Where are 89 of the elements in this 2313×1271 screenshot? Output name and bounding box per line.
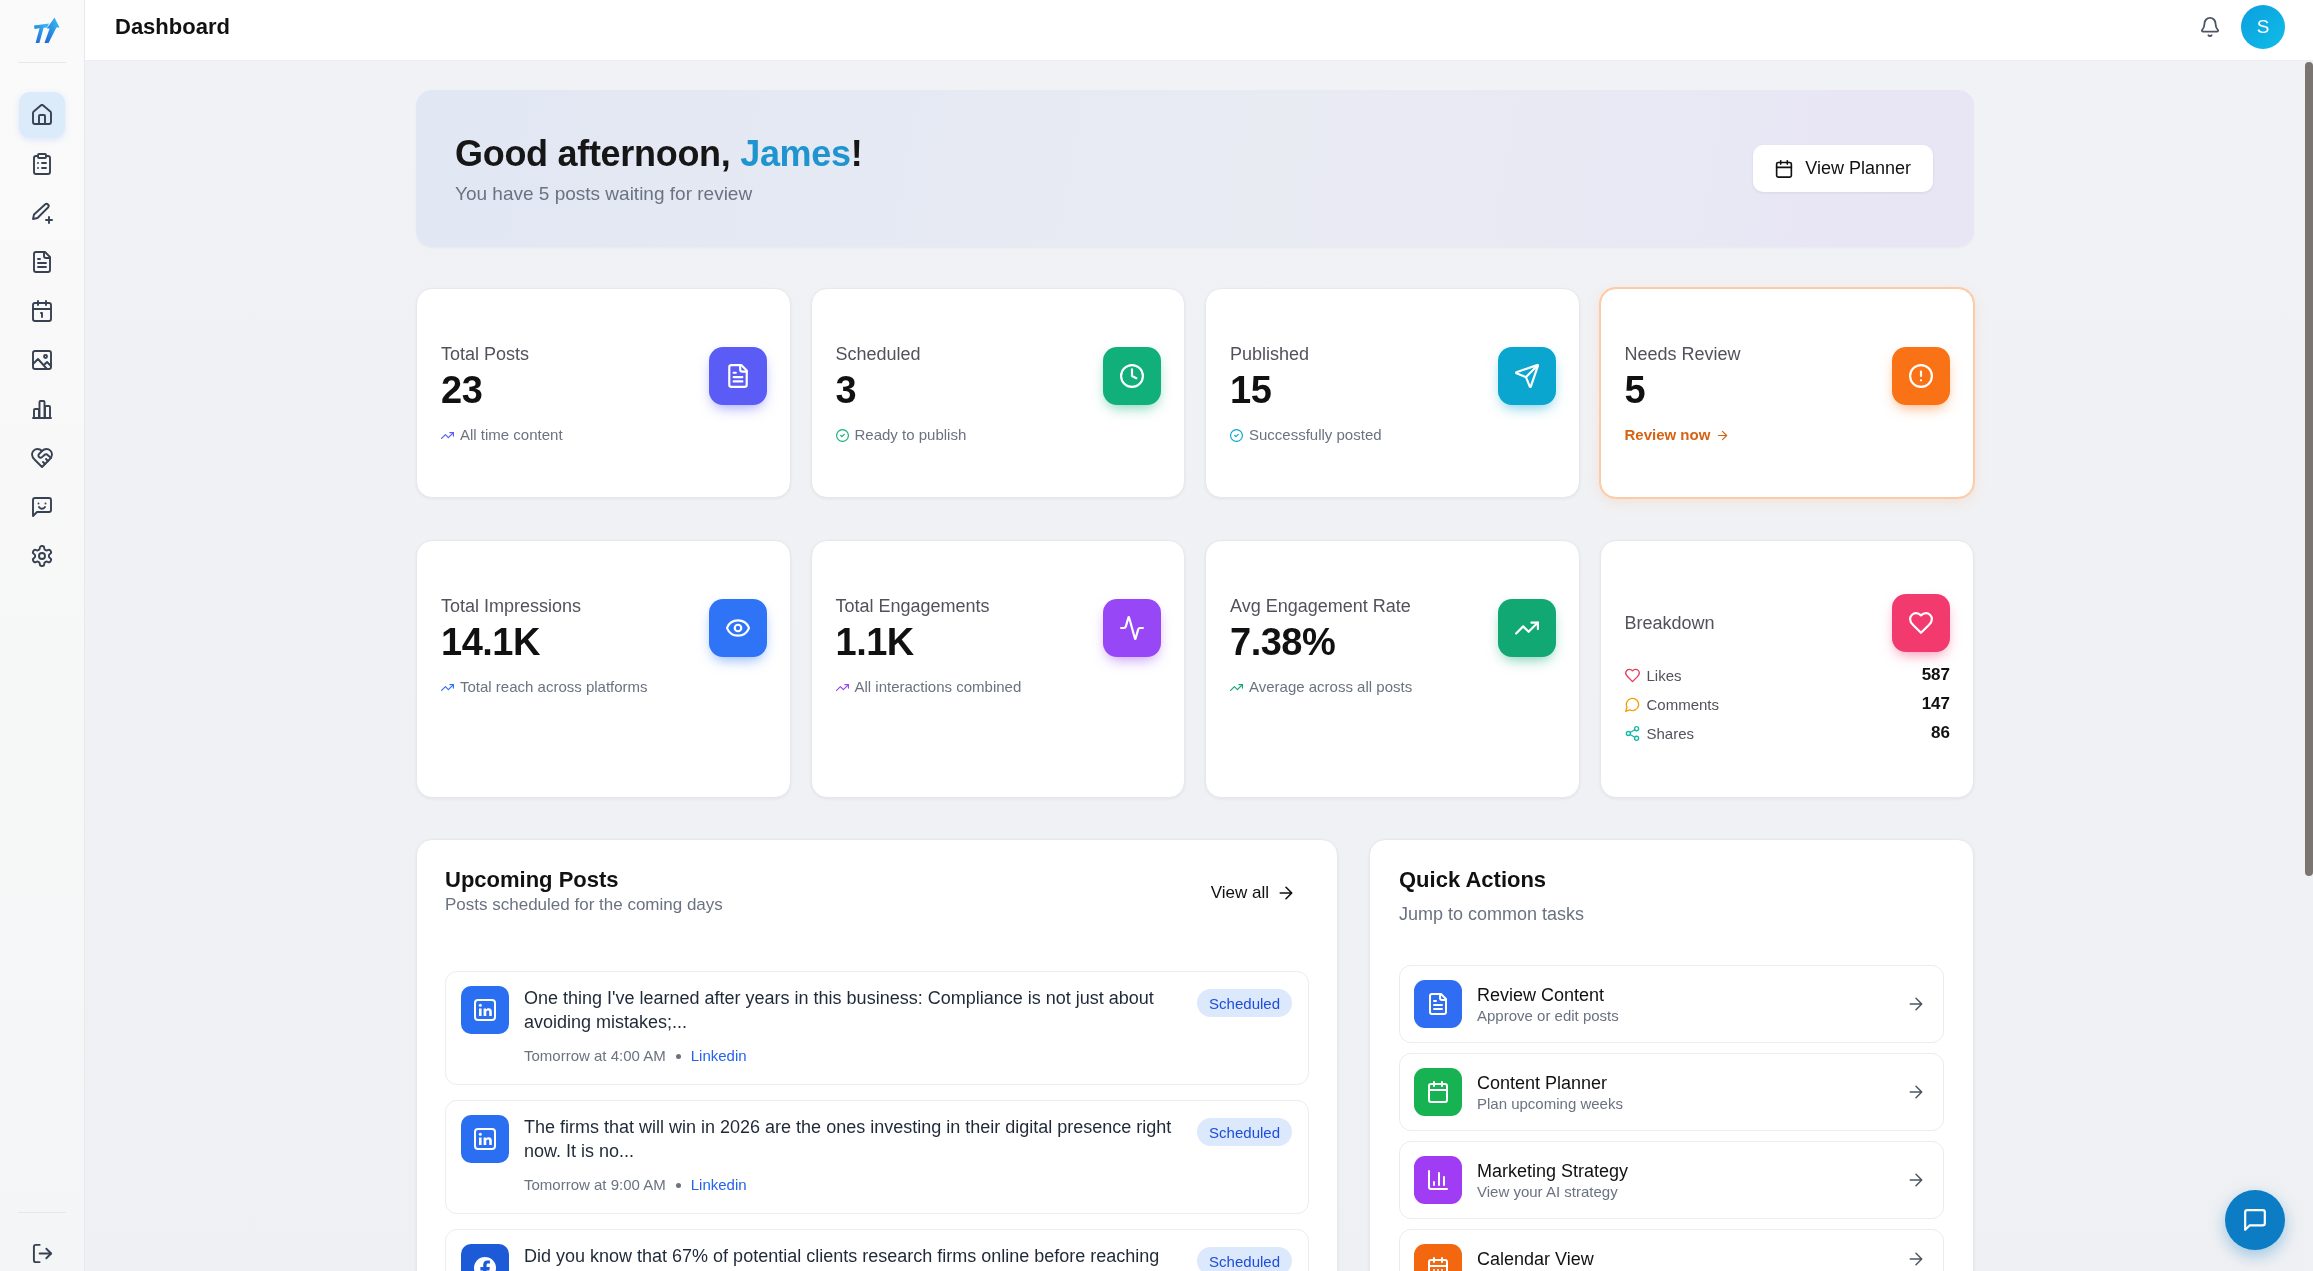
action-title: Marketing Strategy [1477,1159,1629,1182]
action-subtitle: View your AI strategy [1477,1181,1619,1201]
stat-label: Published [1230,343,1311,365]
post-text: One thing I've learned after years in this business: Compliance is not just about avoiding mistakes;... [524,987,1155,1034]
breakdown-label: Likes [1646,666,1682,684]
post-time: Tomorrow at 9:00 AM [524,1175,666,1195]
arrow-right-icon [1277,884,1295,902]
panel-subtitle: Posts scheduled for the coming days [445,894,723,916]
stat-label: Avg Engagement Rate [1230,595,1412,617]
breakdown-value: 587 [1921,665,1950,685]
stat-value: 23 [441,368,484,412]
post-text: The firms that will win in 2026 are the ones investing in their digital presence right now. It is no... [524,1116,1173,1163]
separator-dot-icon [675,1182,681,1188]
status-badge: Scheduled [1197,1118,1292,1146]
calendar-icon [31,300,53,322]
pencil-plus-icon [31,202,53,224]
quick-action-card[interactable]: Marketing Strategy View your AI strategy [1399,1141,1944,1219]
post-time: Tomorrow at 4:00 AM [524,1046,666,1066]
stat-label: Scheduled [835,343,922,365]
status-badge: Scheduled [1197,1247,1292,1271]
stat-label: Total Posts [441,343,531,365]
stat-value: 5 [1624,368,1647,412]
status-badge: Scheduled [1197,989,1292,1017]
post-text: Did you know that 67% of potential clients research firms online before reaching [524,1245,1161,1268]
action-title: Review Content [1477,983,1606,1006]
view-planner-button[interactable]: View Planner [1753,145,1933,192]
platform-label: Linkedin [690,1046,747,1066]
stat-value: 15 [1230,368,1273,412]
action-subtitle: Approve or edit posts [1477,1005,1619,1025]
breakdown-value: 147 [1921,694,1950,714]
breakdown-label: Shares [1646,724,1695,742]
quick-action-card[interactable]: Review Content Approve or edit posts [1399,965,1944,1043]
check-circle-icon [835,428,849,442]
settings-icon [31,545,53,567]
page-title: Dashboard [115,14,230,40]
nav-button[interactable] [19,92,65,138]
image-icon [31,349,53,371]
arrow-right-icon [1907,1083,1925,1101]
stat-value: 14.1K [441,620,541,664]
bar-chart-icon [31,398,53,420]
scrollbar-thumb[interactable] [2305,62,2313,876]
arrow-right-icon [1907,995,1925,1013]
stat-value: 3 [835,368,858,412]
document-icon [31,251,53,273]
stat-note: All time content [460,425,563,445]
separator-dot-icon [675,1053,681,1059]
arrow-right-icon [1907,1171,1925,1189]
heart-handshake-icon [31,447,53,469]
review-now-link[interactable]: Review now [1624,425,1730,445]
stat-value: 7.38% [1230,620,1337,664]
stat-note: Successfully posted [1249,425,1382,445]
platform-label: Linkedin [690,1175,747,1195]
quick-action-card[interactable]: Content Planner Plan upcoming weeks [1399,1053,1944,1131]
home-icon [31,104,53,126]
action-subtitle: Plan upcoming weeks [1477,1093,1623,1113]
greeting-heading: Good afternoon, James! [455,132,863,176]
action-title: Content Planner [1477,1071,1609,1094]
chat-icon [2243,1208,2267,1232]
stat-note: Total reach across platforms [460,677,648,697]
post-card[interactable]: One thing I've learned after years in this business: Compliance is not just about avoiding mistakes;... Tomorrow at 4:00 AM Linkedin Scheduled [445,971,1309,1085]
view-all-link[interactable]: View all [1196,875,1309,911]
stat-note: All interactions combined [854,677,1022,697]
stat-note: Ready to publish [854,425,967,445]
post-card[interactable]: The firms that will win in 2026 are the ones investing in their digital presence right now. It is no... Tomorrow at 9:00 AM Linkedin Scheduled [445,1100,1309,1214]
stat-label: Total Engagements [835,595,991,617]
stat-label: Total Impressions [441,595,583,617]
logo-icon [34,17,60,45]
smiley-chat-icon [31,496,53,518]
linkedin-icon [461,1115,509,1163]
stat-label: Breakdown [1624,612,1715,634]
breakdown-label: Comments [1646,695,1720,713]
stat-label: Needs Review [1624,343,1741,365]
post-card[interactable]: Did you know that 67% of potential clients research firms online before reaching Scheduled [445,1229,1309,1271]
linkedin-icon [461,986,509,1034]
quick-action-card[interactable]: Calendar View [1399,1229,1944,1271]
panel-title: Upcoming Posts [445,866,620,894]
panel-subtitle: Jump to common tasks [1399,903,1586,925]
clipboard-list-icon [31,153,53,175]
logout-icon [31,1242,53,1264]
stat-value: 1.1K [835,620,915,664]
bell-icon [2200,17,2220,37]
panel-title: Quick Actions [1399,866,1548,894]
calendar-icon [1775,159,1794,178]
check-circle-icon [1230,428,1243,442]
review-summary-text: You have 5 posts waiting for review [455,182,754,205]
action-title: Calendar View [1477,1247,1594,1270]
arrow-right-icon [1716,428,1730,442]
stat-note: Average across all posts [1249,677,1413,697]
breakdown-value: 86 [1931,723,1950,743]
